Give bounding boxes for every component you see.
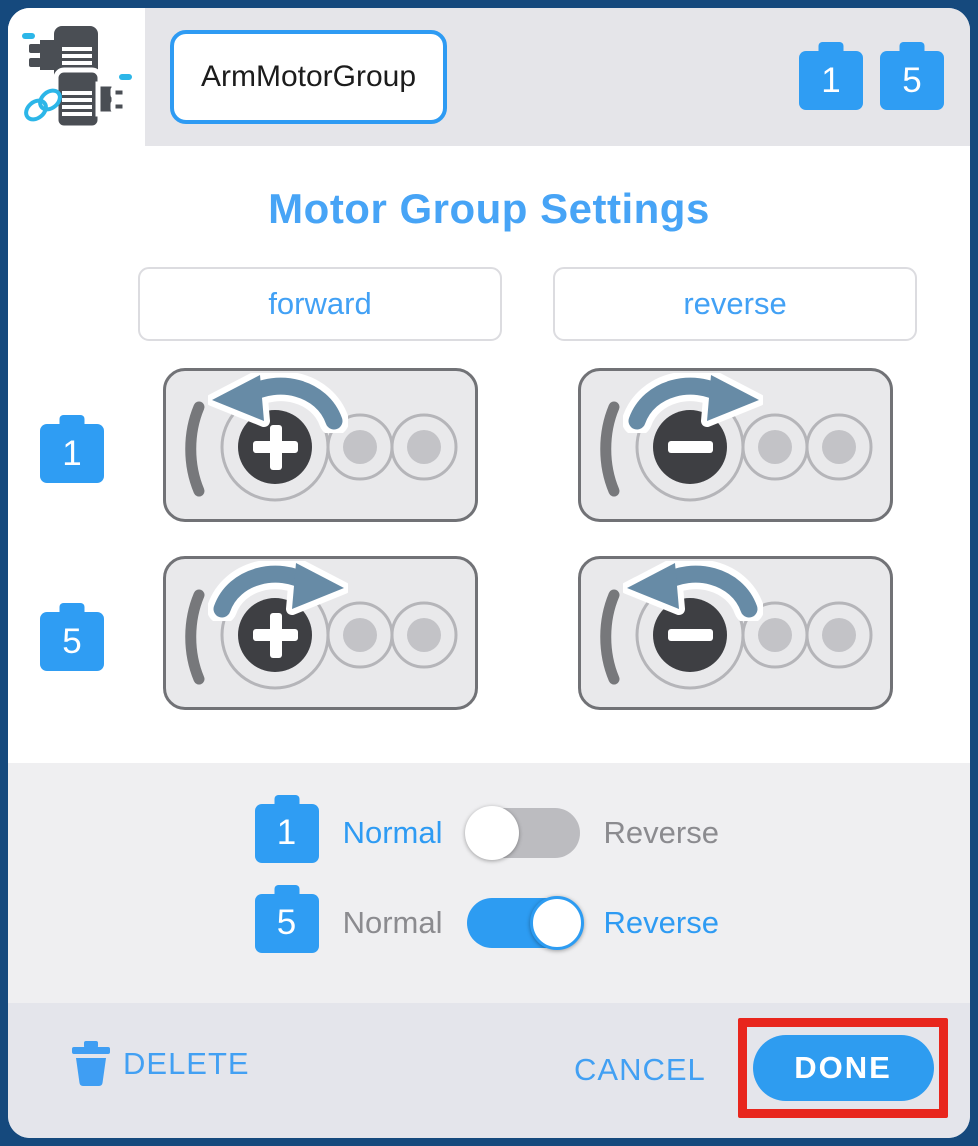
header-port-badges: 1 5 — [799, 42, 944, 110]
motor-art — [581, 371, 890, 519]
toggle-knob[interactable] — [465, 806, 519, 860]
device-name-input[interactable] — [170, 30, 447, 124]
cancel-button[interactable]: CANCEL — [574, 1052, 706, 1088]
delete-button-label: DELETE — [123, 1046, 250, 1082]
toggle-row-port-1: 1 Normal Reverse — [8, 797, 970, 869]
reverse-toggle[interactable] — [467, 808, 580, 858]
motor-group-icon — [22, 22, 132, 132]
reverse-label: Reverse — [604, 815, 724, 851]
motor-direction-preview — [163, 368, 478, 522]
port-number: 1 — [62, 434, 81, 474]
port-badge: 5 — [880, 51, 944, 110]
reverse-direction-header[interactable]: reverse — [553, 267, 917, 341]
forward-direction-header[interactable]: forward — [138, 267, 502, 341]
direction-sign — [668, 629, 713, 641]
port-number: 5 — [62, 622, 81, 662]
toggle-knob[interactable] — [530, 896, 584, 950]
port-number: 1 — [277, 813, 296, 853]
rotation-arrow-icon — [208, 373, 348, 433]
motor-art — [166, 371, 475, 519]
dialog-outer-frame: 1 5 Motor Group Settings forward reverse… — [0, 0, 978, 1146]
toggle-row-port-5: 5 Normal Reverse — [8, 887, 970, 959]
done-button[interactable]: DONE — [753, 1035, 934, 1101]
rotation-arrow-icon — [623, 561, 763, 621]
page-title: Motor Group Settings — [8, 185, 970, 233]
port-number: 5 — [277, 903, 296, 943]
reverse-toggle-section: 1 Normal Reverse 5 Normal Reverse — [8, 763, 970, 1003]
port-badge: 1 — [799, 51, 863, 110]
normal-label: Normal — [343, 815, 443, 851]
rotation-arrow-icon — [208, 561, 348, 621]
rotation-arrow-icon — [623, 373, 763, 433]
reverse-toggle[interactable] — [467, 898, 580, 948]
motor-direction-preview — [163, 556, 478, 710]
port-number: 5 — [902, 61, 921, 101]
motor-art — [581, 559, 890, 707]
motor-direction-preview — [578, 368, 893, 522]
motor-direction-preview — [578, 556, 893, 710]
port-badge: 1 — [255, 804, 319, 863]
port-badge: 5 — [40, 612, 104, 671]
device-icon-tab — [8, 8, 145, 146]
direction-sign — [668, 441, 713, 453]
highlight-box: DONE — [738, 1018, 948, 1118]
motor-group-dialog: 1 5 Motor Group Settings forward reverse… — [8, 8, 970, 1138]
delete-button[interactable]: DELETE — [72, 1041, 250, 1087]
port-number: 1 — [821, 61, 840, 101]
dialog-footer: DELETE CANCEL DONE — [8, 1003, 970, 1138]
trash-icon — [72, 1041, 110, 1087]
reverse-label: Reverse — [604, 905, 724, 941]
dialog-header: 1 5 — [8, 8, 970, 146]
normal-label: Normal — [343, 905, 443, 941]
motor-art — [166, 559, 475, 707]
port-badge: 5 — [255, 894, 319, 953]
port-badge: 1 — [40, 424, 104, 483]
